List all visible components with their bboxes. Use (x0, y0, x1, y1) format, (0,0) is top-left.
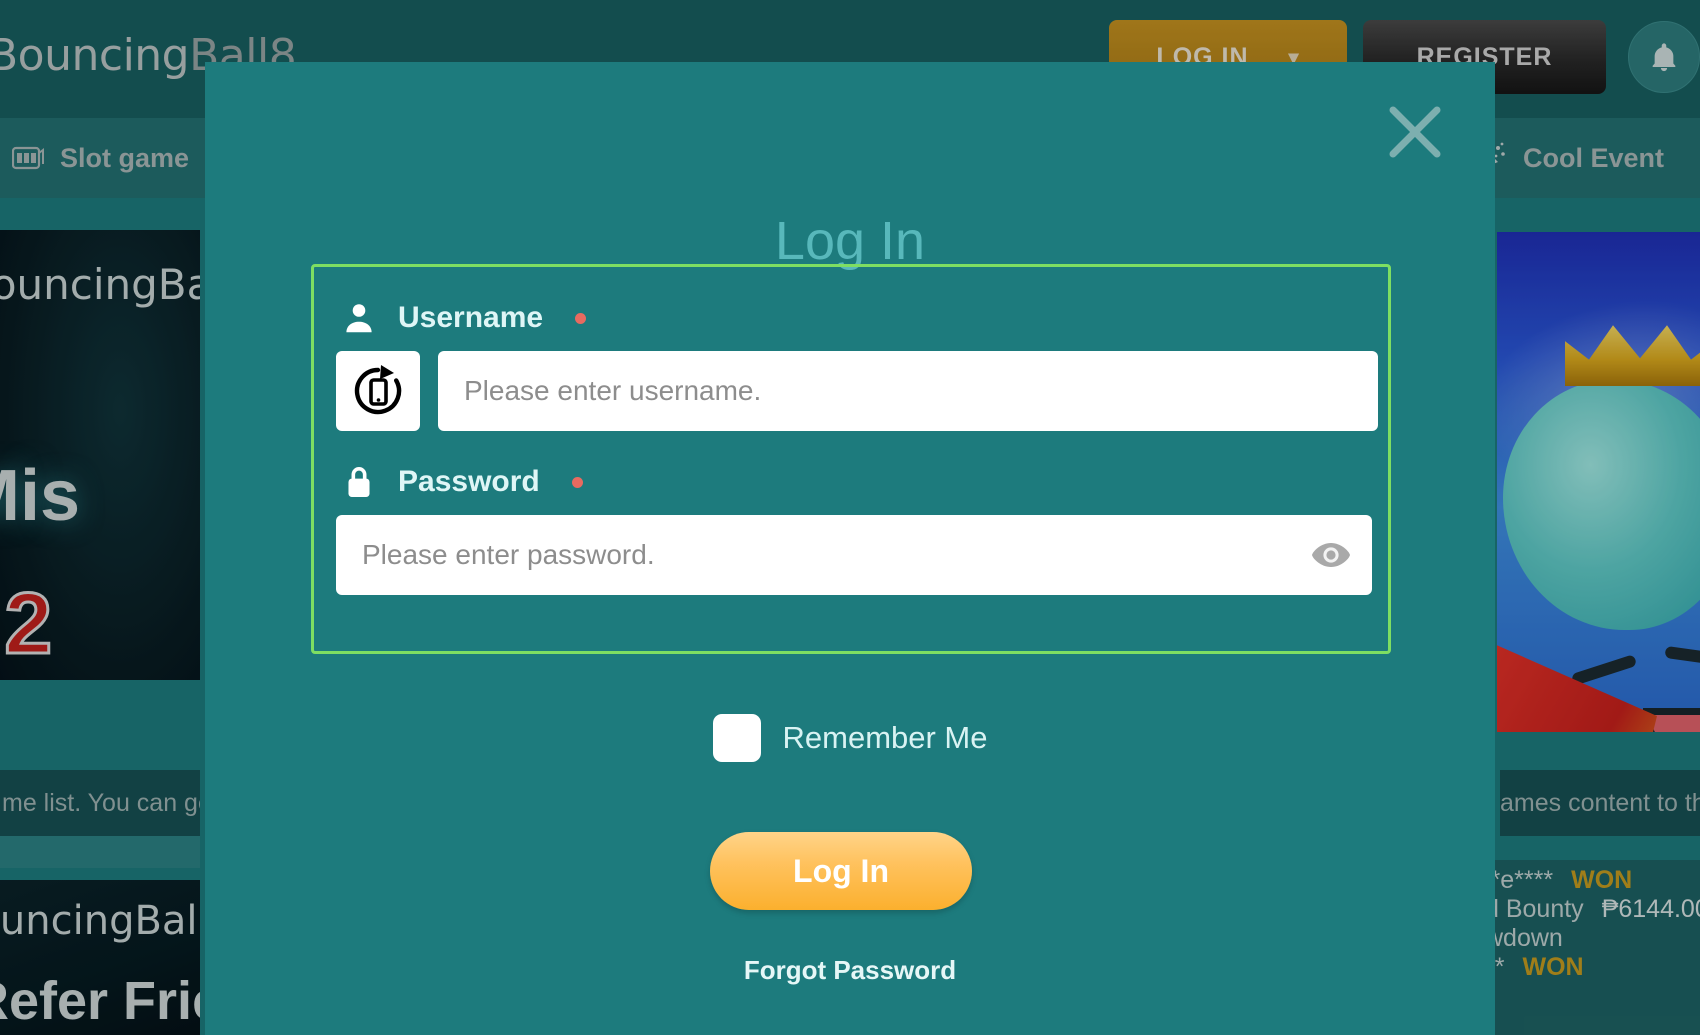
user-icon (340, 299, 378, 337)
password-visibility-toggle[interactable] (1310, 534, 1352, 576)
remember-me-label: Remember Me (782, 720, 988, 755)
password-input-row (336, 515, 1372, 595)
username-label-row: Username (340, 299, 1388, 337)
eye-icon (1312, 543, 1350, 567)
credentials-field-group: Username Password (311, 264, 1391, 654)
captcha-refresh-button[interactable] (336, 351, 420, 431)
username-input-row (336, 351, 1388, 431)
username-input[interactable] (438, 351, 1378, 431)
password-label: Password (398, 465, 540, 498)
required-indicator (571, 476, 583, 488)
required-indicator (575, 312, 587, 324)
password-input[interactable] (336, 515, 1372, 595)
login-submit-button[interactable]: Log In (710, 832, 972, 910)
close-button[interactable] (1383, 100, 1447, 164)
login-modal: Log In Username Please enter username. P… (205, 62, 1495, 1035)
lock-icon (340, 463, 378, 501)
phone-refresh-icon (354, 365, 402, 415)
forgot-password-link[interactable]: Forgot Password (205, 955, 1495, 986)
remember-me-checkbox[interactable] (712, 714, 761, 762)
remember-me-row[interactable]: Remember Me (205, 714, 1495, 762)
page-title: Log In (774, 211, 926, 271)
close-icon (1389, 106, 1441, 158)
password-label-row: Password (340, 463, 1388, 501)
username-label: Username (398, 301, 544, 334)
